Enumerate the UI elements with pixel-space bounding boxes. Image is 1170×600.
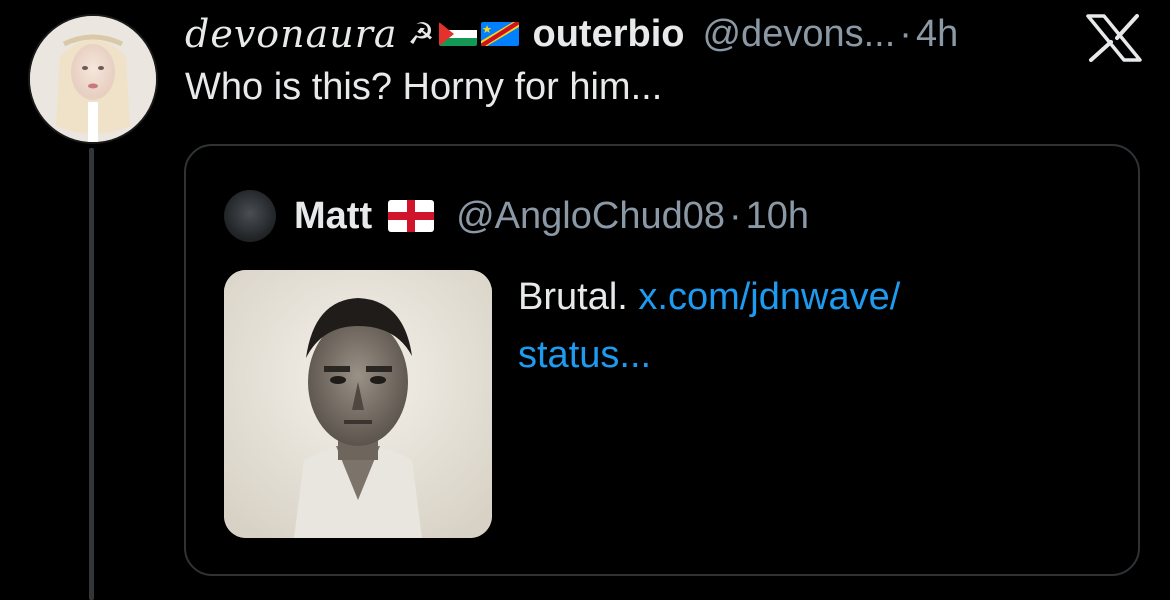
portrait-photo [224,270,492,538]
quoted-text: Brutal. x.com/jdnwave/ status... [518,268,1118,384]
quoted-link-line1[interactable]: x.com/jdnwave/ [638,276,900,318]
quoted-separator-dot: · [729,194,742,237]
separator-dot: · [899,12,912,55]
hammer-sickle-icon: ☭ [407,16,435,52]
palestine-flag-icon [438,22,477,46]
quoted-author-name[interactable]: Matt [294,195,372,238]
post-time[interactable]: 4h [916,13,958,56]
author-display-name[interactable]: devonaura [185,12,398,56]
quoted-link-line2[interactable]: status... [518,334,651,376]
author-avatar[interactable] [28,14,158,144]
quoted-time[interactable]: 10h [746,195,809,238]
author-name-suffix[interactable]: outerbio [533,13,685,56]
author-emoji-flags: ☭ [408,17,523,52]
quoted-tweet-card[interactable]: Matt @AngloChud08 · 10h Brutal. x.com/jd… [184,144,1140,576]
post-text: Who is this? Horny for him... [185,66,663,108]
thread-line [89,148,94,600]
quoted-header: Matt @AngloChud08 · 10h [224,188,809,244]
quoted-author-handle[interactable]: @AngloChud08 [456,195,725,238]
england-flag-icon [388,200,435,232]
post-header: devonaura ☭ outerbio @devons... · 4h [185,8,958,60]
quoted-text-plain: Brutal. [518,276,628,318]
quoted-author-avatar[interactable] [224,190,276,242]
author-avatar-image [30,16,156,142]
x-logo-icon[interactable] [1086,14,1142,62]
author-handle[interactable]: @devons... [702,13,895,56]
drc-flag-icon [480,22,519,46]
quoted-media-thumbnail[interactable] [224,270,492,538]
